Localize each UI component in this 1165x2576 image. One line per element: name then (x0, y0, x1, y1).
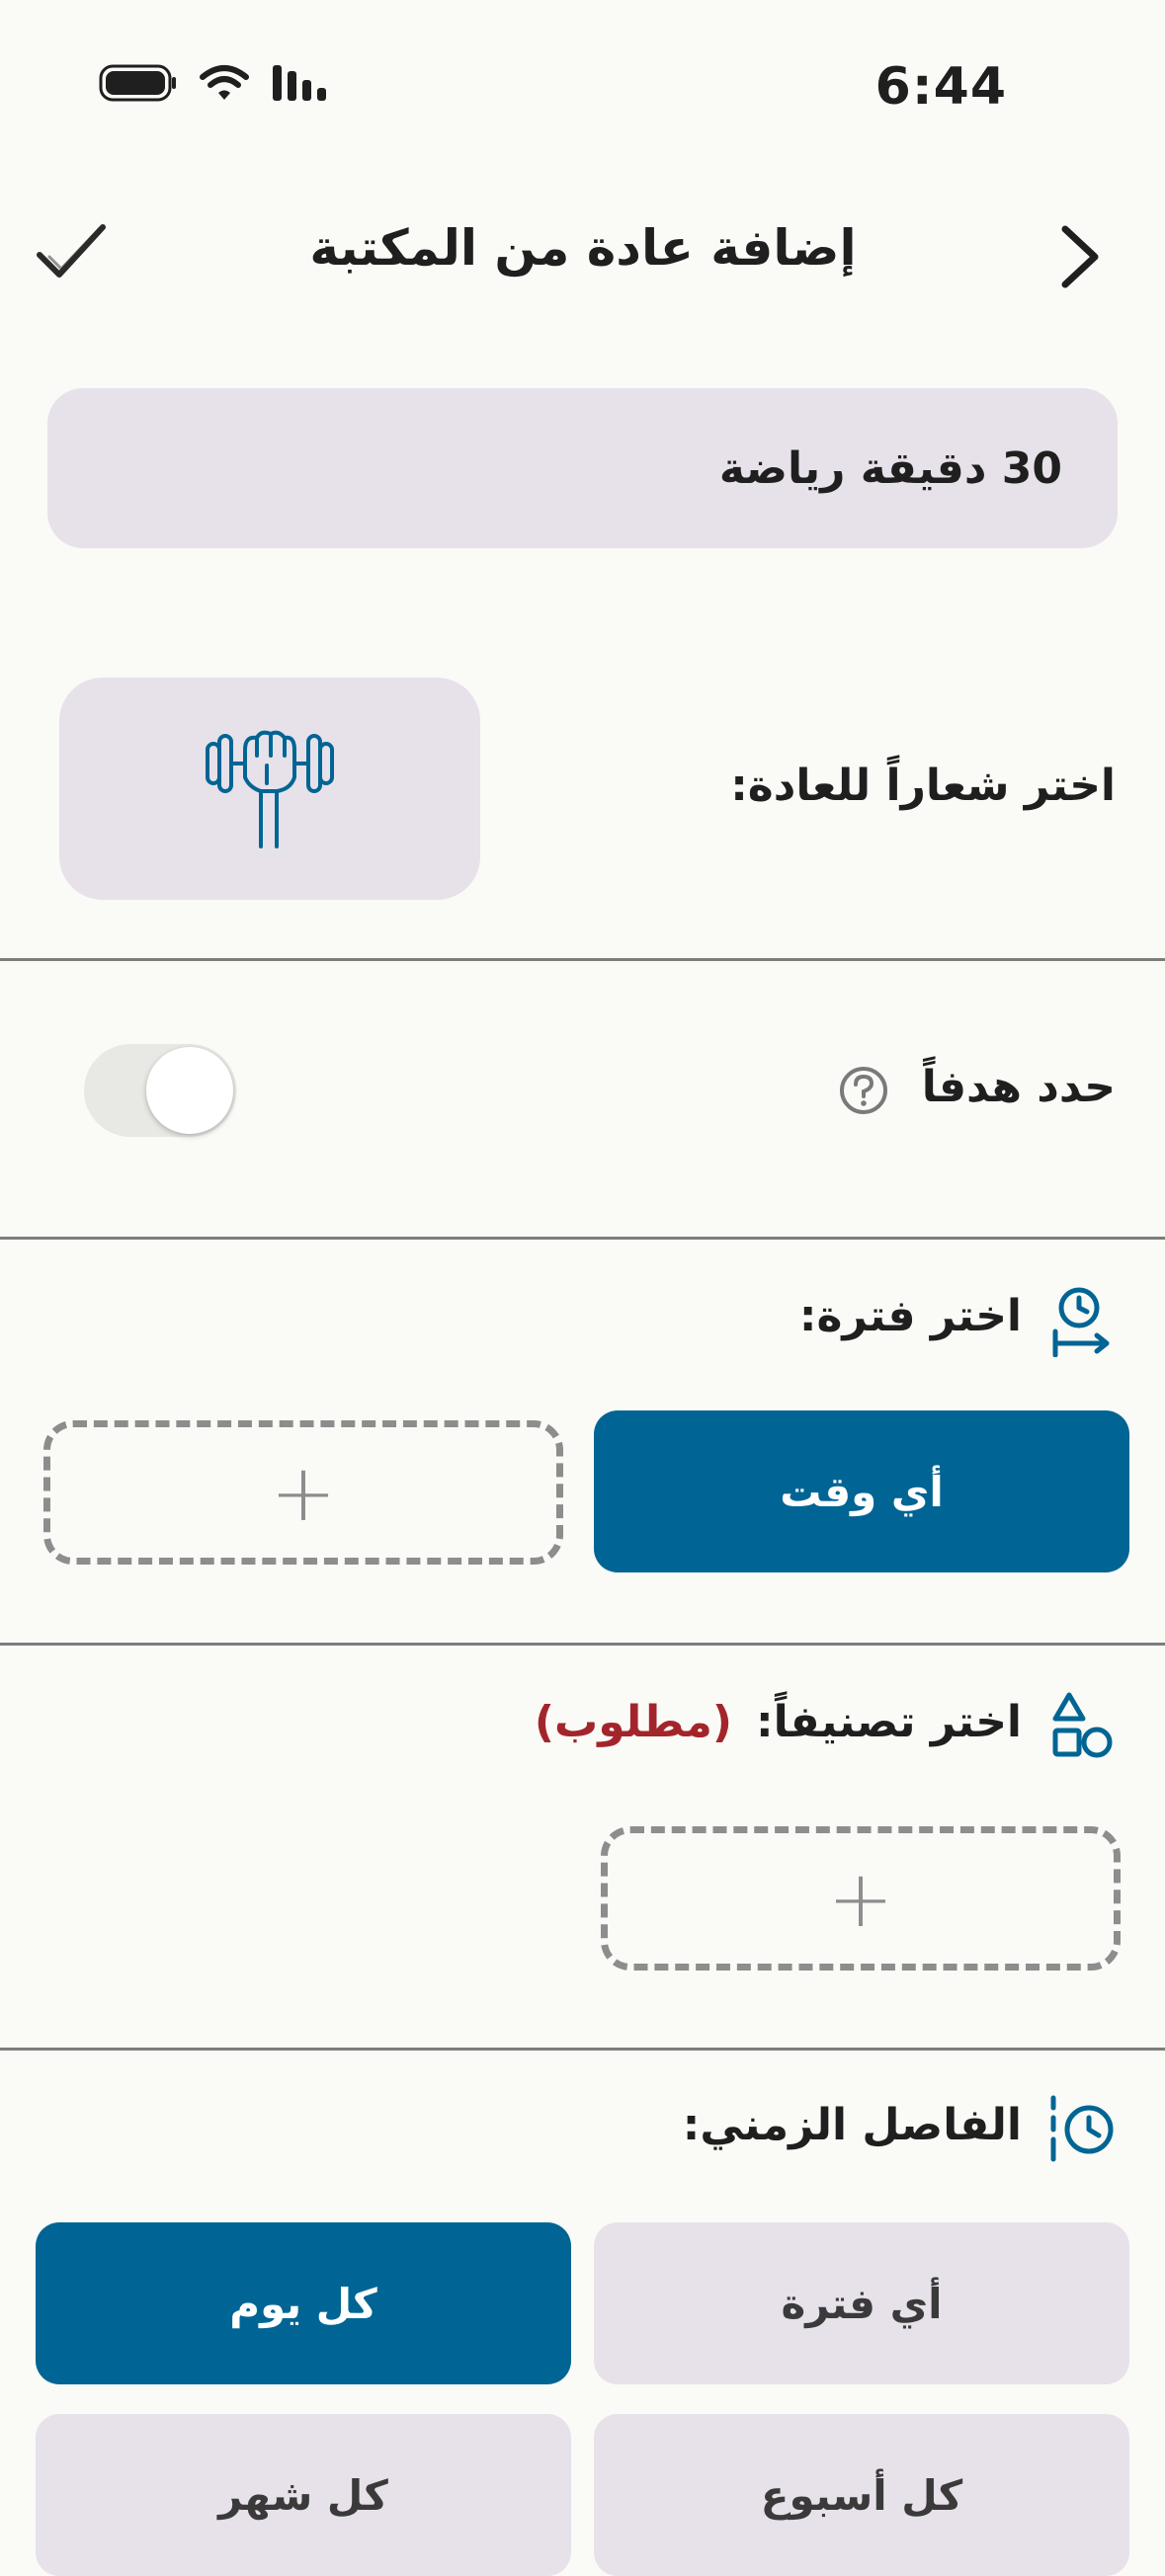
add-period-button[interactable]: + (43, 1420, 563, 1565)
icon-section-label: اختر شعاراً للعادة: (730, 761, 1116, 811)
clock-arrow-icon (1049, 1284, 1113, 1361)
clock-interval-icon (1047, 2094, 1119, 2167)
period-any-time-label: أي وقت (780, 1467, 944, 1516)
plus-icon: + (270, 1446, 337, 1539)
interval-option-label: كل أسبوع (760, 2470, 963, 2520)
toggle-knob (146, 1047, 233, 1134)
chevron-right-icon[interactable] (1055, 223, 1105, 294)
interval-option-every-week[interactable]: كل أسبوع (594, 2414, 1129, 2576)
battery-icon (99, 63, 178, 107)
signal-icon (271, 63, 332, 107)
shapes-icon (1049, 1691, 1115, 1764)
status-time: 6:44 (874, 57, 1007, 117)
habit-name-field[interactable]: 30 دقيقة رياضة (47, 388, 1118, 548)
plus-icon: + (827, 1852, 894, 1945)
divider (0, 958, 1165, 961)
question-icon[interactable] (838, 1065, 889, 1120)
period-any-time-button[interactable]: أي وقت (594, 1410, 1129, 1572)
divider (0, 1237, 1165, 1240)
divider (0, 2048, 1165, 2051)
interval-option-every-day[interactable]: كل يوم (36, 2222, 571, 2384)
add-category-button[interactable]: + (601, 1826, 1121, 1971)
interval-section-label: الفاصل الزمني: (682, 2100, 1022, 2150)
goal-label: حدد هدفاً (921, 1062, 1116, 1112)
status-icons (99, 63, 332, 107)
habit-icon-selector[interactable] (59, 678, 480, 900)
interval-option-label: كل يوم (229, 2279, 377, 2328)
interval-option-label: كل شهر (218, 2470, 388, 2520)
interval-option-label: أي فترة (781, 2279, 943, 2328)
wifi-icon (200, 63, 249, 107)
required-badge: (مطلوب) (534, 1697, 732, 1747)
page-title: إضافة عادة من المكتبة (309, 219, 857, 277)
interval-option-every-month[interactable]: كل شهر (36, 2414, 571, 2576)
period-section-label: اختر فترة: (798, 1291, 1022, 1341)
checkmark-icon[interactable] (34, 217, 109, 290)
divider (0, 1643, 1165, 1646)
goal-toggle[interactable] (84, 1044, 236, 1137)
category-section-label: اختر تصنيفاً: (755, 1697, 1022, 1747)
category-section-header: اختر تصنيفاً: (مطلوب) (535, 1697, 1022, 1747)
dumbbell-fist-icon (206, 726, 334, 852)
habit-name-value: 30 دقيقة رياضة (718, 443, 1062, 494)
interval-option-any-period[interactable]: أي فترة (594, 2222, 1129, 2384)
